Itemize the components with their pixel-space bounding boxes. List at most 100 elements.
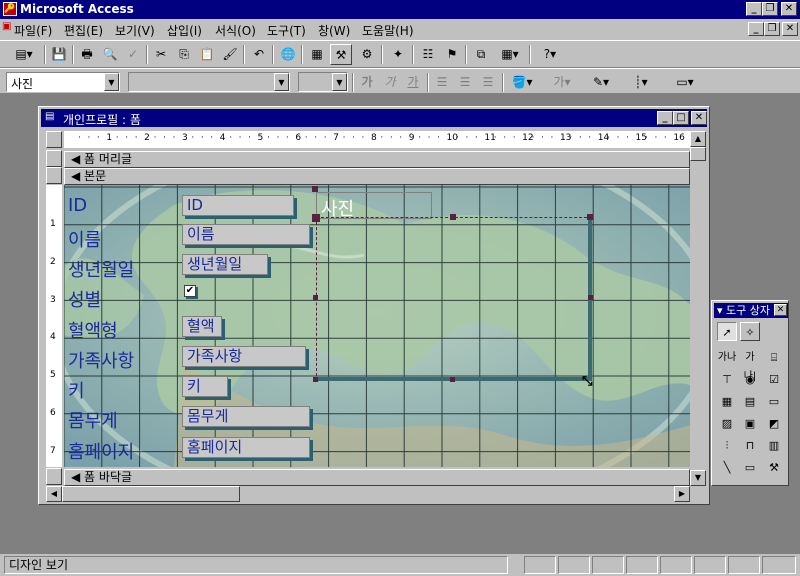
horizontal-scroll-thumb[interactable]: [62, 486, 240, 502]
section-bar-header[interactable]: ◀ 폼 머리글: [64, 151, 690, 168]
section-bar-footer[interactable]: ◀ 폼 바닥글: [64, 469, 690, 486]
move-handle-large[interactable]: [312, 214, 320, 222]
doc-close-button[interactable]: ✕: [782, 22, 798, 36]
textbox-id[interactable]: ID: [182, 195, 294, 216]
menu-format[interactable]: 서식(O): [215, 22, 256, 39]
menu-tools[interactable]: 도구(T): [267, 22, 306, 39]
form-close-button[interactable]: ✕: [691, 111, 707, 125]
more-tools-icon[interactable]: ⚒: [764, 458, 784, 477]
detail-section-selector[interactable]: [46, 167, 62, 184]
label-weight[interactable]: 몸무게: [68, 407, 118, 433]
sizing-handle[interactable]: [588, 295, 593, 300]
textbox-weight[interactable]: 몸무게: [182, 406, 310, 427]
list-tool-icon[interactable]: ▤: [740, 392, 760, 411]
menu-edit[interactable]: 편집(E): [64, 22, 103, 39]
vertical-scroll-thumb[interactable]: [690, 147, 706, 161]
rectangle-tool-icon[interactable]: ▭: [740, 458, 760, 477]
textbox-name[interactable]: 이름: [182, 224, 310, 245]
wizard-tool-icon[interactable]: ✧: [740, 322, 760, 341]
scroll-up-icon[interactable]: ▲: [690, 131, 706, 147]
copy-icon[interactable]: ⎘: [173, 44, 195, 65]
cut-icon[interactable]: ✂: [150, 44, 172, 65]
sizing-handle[interactable]: [450, 214, 456, 220]
object-combo[interactable]: 사진 ▼: [6, 72, 120, 92]
spelling-icon[interactable]: ✓: [122, 44, 144, 65]
hyperlink-icon[interactable]: 🌐: [277, 44, 299, 65]
code-icon[interactable]: ✦: [387, 44, 409, 65]
photo-image-control[interactable]: [316, 217, 592, 381]
build-icon[interactable]: ⚑: [441, 44, 463, 65]
database-window-icon[interactable]: ⧉: [470, 44, 492, 65]
format-painter-icon[interactable]: 🖌: [219, 44, 241, 65]
form-minimize-button[interactable]: _: [657, 111, 673, 125]
special-effect-icon[interactable]: ▭▾: [665, 72, 705, 93]
dropdown-arrow-icon[interactable]: ▼: [274, 73, 289, 91]
detail-section-canvas[interactable]: ID 이름 생년월일 성별 혈액형 가족사항 키 몸무게 홈페이지 ID 이름 …: [64, 185, 690, 467]
label-id[interactable]: ID: [68, 195, 87, 216]
doc-restore-button[interactable]: ❐: [764, 22, 780, 36]
dropdown-arrow-icon[interactable]: ▼: [104, 73, 119, 91]
print-icon[interactable]: 🖶: [76, 44, 98, 65]
scroll-down-icon[interactable]: ▼: [690, 470, 706, 486]
align-center-icon[interactable]: ☰: [454, 72, 476, 93]
unbound-object-tool-icon[interactable]: ▣: [740, 414, 760, 433]
subform-tool-icon[interactable]: ▥: [764, 436, 784, 455]
new-object-icon[interactable]: ▦▾: [494, 44, 526, 65]
size-combo[interactable]: ▼: [298, 72, 348, 92]
toolbox-toggle-icon[interactable]: ⚒: [330, 44, 352, 65]
form-selector[interactable]: [46, 131, 62, 148]
sizing-handle[interactable]: [450, 377, 455, 382]
checkbox-tool-icon[interactable]: ☑: [764, 370, 784, 389]
menu-file[interactable]: 파일(F): [14, 22, 52, 39]
view-icon[interactable]: ▤▾: [8, 44, 40, 65]
command-button-tool-icon[interactable]: ▭: [764, 392, 784, 411]
label-birthdate[interactable]: 생년월일: [68, 256, 134, 282]
form-maximize-button[interactable]: □: [673, 111, 689, 125]
print-preview-icon[interactable]: 🔍: [99, 44, 121, 65]
bold-button[interactable]: 가: [356, 72, 378, 93]
paste-icon[interactable]: 📋: [196, 44, 218, 65]
line-tool-icon[interactable]: ╲: [717, 458, 737, 477]
line-color-icon[interactable]: ✎▾: [585, 72, 617, 93]
header-section-selector[interactable]: [46, 150, 62, 167]
underline-button[interactable]: 가: [402, 72, 424, 93]
label-tool-icon[interactable]: 가나: [717, 348, 737, 367]
document-icon[interactable]: ▣: [2, 21, 11, 32]
help-icon[interactable]: ?▾: [534, 44, 566, 65]
sizing-handle[interactable]: [313, 295, 318, 300]
textbox-homepage[interactable]: 홈페이지: [182, 437, 310, 458]
menu-help[interactable]: 도움말(H): [362, 22, 414, 39]
italic-button[interactable]: 가: [379, 72, 401, 93]
properties-icon[interactable]: ☷: [417, 44, 439, 65]
menu-insert[interactable]: 삽입(I): [167, 22, 202, 39]
menu-window[interactable]: 창(W): [318, 22, 350, 39]
autoformat-icon[interactable]: ⚙: [356, 44, 378, 65]
textbox-bloodtype[interactable]: 혈액: [182, 316, 222, 337]
option-button-tool-icon[interactable]: ◉: [740, 370, 760, 389]
textbox-birthdate[interactable]: 생년월일: [182, 254, 268, 275]
maximize-button[interactable]: ❐: [762, 2, 778, 16]
doc-minimize-button[interactable]: _: [748, 22, 764, 36]
menu-view[interactable]: 보기(V): [115, 22, 155, 39]
fill-color-icon[interactable]: 🪣▾: [506, 72, 538, 93]
textbox-height[interactable]: 키: [182, 376, 228, 397]
save-icon[interactable]: 💾: [48, 44, 70, 65]
sizing-handle[interactable]: [313, 377, 318, 382]
combo-tool-icon[interactable]: ▦: [717, 392, 737, 411]
label-name[interactable]: 이름: [68, 226, 101, 252]
image-tool-icon[interactable]: ▨: [717, 414, 737, 433]
bound-object-tool-icon[interactable]: ◩: [764, 414, 784, 433]
label-family[interactable]: 가족사항: [68, 347, 134, 373]
textbox-tool-icon[interactable]: 가나|: [740, 348, 760, 382]
field-list-icon[interactable]: ▦: [306, 44, 328, 65]
toolbox-menu-icon[interactable]: ▾: [717, 304, 726, 317]
section-bar-detail[interactable]: ◀ 본문: [64, 168, 690, 185]
vertical-scrollbar[interactable]: ▲ ▼: [690, 131, 706, 486]
undo-icon[interactable]: ↶: [248, 44, 270, 65]
option-group-tool-icon[interactable]: ⌸: [764, 348, 784, 367]
tab-control-tool-icon[interactable]: ⊓: [740, 436, 760, 455]
checkbox-gender[interactable]: ✔: [184, 285, 196, 297]
align-right-icon[interactable]: ☰: [477, 72, 499, 93]
photo-label-box[interactable]: 사진: [316, 192, 432, 220]
dropdown-arrow-icon[interactable]: ▼: [332, 73, 347, 91]
